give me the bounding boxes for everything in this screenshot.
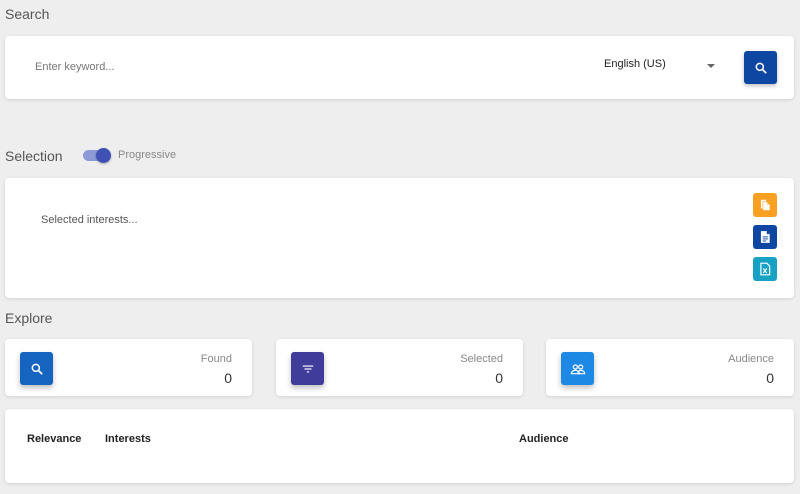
found-stat-card: Found 0 <box>5 339 252 396</box>
copy-icon <box>760 199 770 211</box>
search-button[interactable] <box>744 51 777 84</box>
excel-export-button[interactable] <box>753 257 777 281</box>
audience-stat-card: Audience 0 <box>546 339 794 396</box>
column-header-audience[interactable]: Audience <box>519 433 569 445</box>
toggle-thumb <box>96 148 111 163</box>
selected-label: Selected <box>460 353 503 365</box>
explore-section-title: Explore <box>5 310 53 326</box>
keyword-input[interactable] <box>35 56 435 78</box>
audience-label: Audience <box>728 353 774 365</box>
found-label: Found <box>200 353 232 365</box>
selected-interests-placeholder[interactable]: Selected interests... <box>41 214 138 226</box>
document-icon <box>760 231 770 243</box>
search-icon <box>31 363 43 375</box>
found-icon-badge <box>20 352 53 385</box>
selection-card: Selected interests... <box>5 178 794 298</box>
language-select[interactable]: English (US) <box>604 58 719 76</box>
selected-stat-card: Selected 0 <box>276 339 523 396</box>
progressive-toggle[interactable] <box>83 148 113 164</box>
selected-value: 0 <box>495 370 503 386</box>
progressive-toggle-label: Progressive <box>118 149 177 161</box>
people-icon <box>570 363 585 374</box>
filter-icon <box>302 365 313 372</box>
search-icon <box>755 62 767 74</box>
found-value: 0 <box>224 370 232 386</box>
document-button[interactable] <box>753 225 777 249</box>
search-section-title: Search <box>5 6 50 22</box>
selected-icon-badge <box>291 352 324 385</box>
excel-file-icon <box>760 262 771 276</box>
language-select-value: English (US) <box>604 58 666 70</box>
results-table: Relevance Interests Audience <box>5 409 794 483</box>
column-header-interests[interactable]: Interests <box>105 433 151 445</box>
audience-value: 0 <box>766 370 774 386</box>
column-header-relevance[interactable]: Relevance <box>27 433 81 445</box>
search-card: English (US) <box>5 36 794 99</box>
audience-icon-badge <box>561 352 594 385</box>
chevron-down-icon <box>707 64 715 68</box>
selection-section-title: Selection <box>5 148 63 164</box>
copy-button[interactable] <box>753 193 777 217</box>
